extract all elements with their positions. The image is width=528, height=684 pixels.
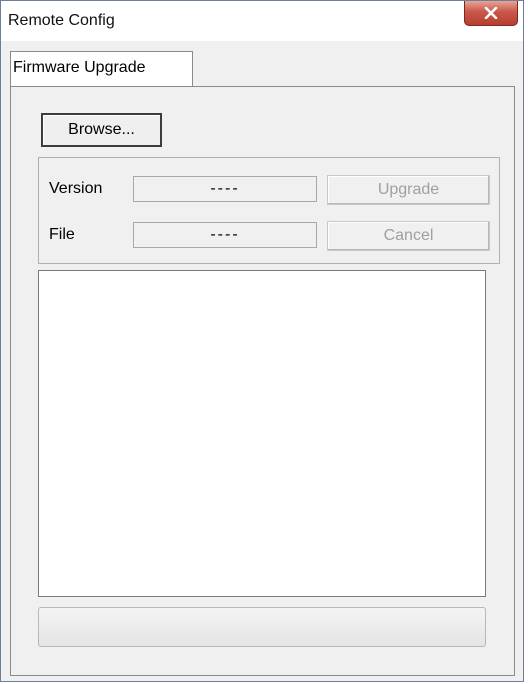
tab-firmware-upgrade[interactable]: Firmware Upgrade [10, 51, 193, 87]
browse-button[interactable]: Browse... [41, 113, 162, 147]
file-label: File [49, 226, 75, 243]
browse-button-label: Browse... [68, 121, 135, 138]
close-icon [484, 7, 498, 19]
tab-label: Firmware Upgrade [13, 59, 146, 76]
remote-config-window: Remote Config Firmware Upgrade Browse...… [0, 0, 524, 682]
upgrade-progress-bar [38, 607, 486, 647]
log-list[interactable] [38, 270, 486, 597]
close-button[interactable] [464, 1, 518, 26]
cancel-button[interactable]: Cancel [327, 221, 490, 251]
title-bar[interactable]: Remote Config [1, 1, 523, 41]
upgrade-button[interactable]: Upgrade [327, 175, 490, 205]
file-field: ---- [133, 222, 317, 248]
firmware-upgrade-panel: Browse... Version ---- Upgrade File ----… [10, 86, 515, 676]
cancel-button-label: Cancel [383, 227, 434, 244]
upgrade-info-group: Version ---- Upgrade File ---- Cancel [38, 157, 500, 264]
version-field: ---- [133, 176, 317, 202]
upgrade-button-label: Upgrade [377, 181, 440, 198]
window-title: Remote Config [8, 12, 115, 29]
version-label: Version [49, 180, 103, 197]
